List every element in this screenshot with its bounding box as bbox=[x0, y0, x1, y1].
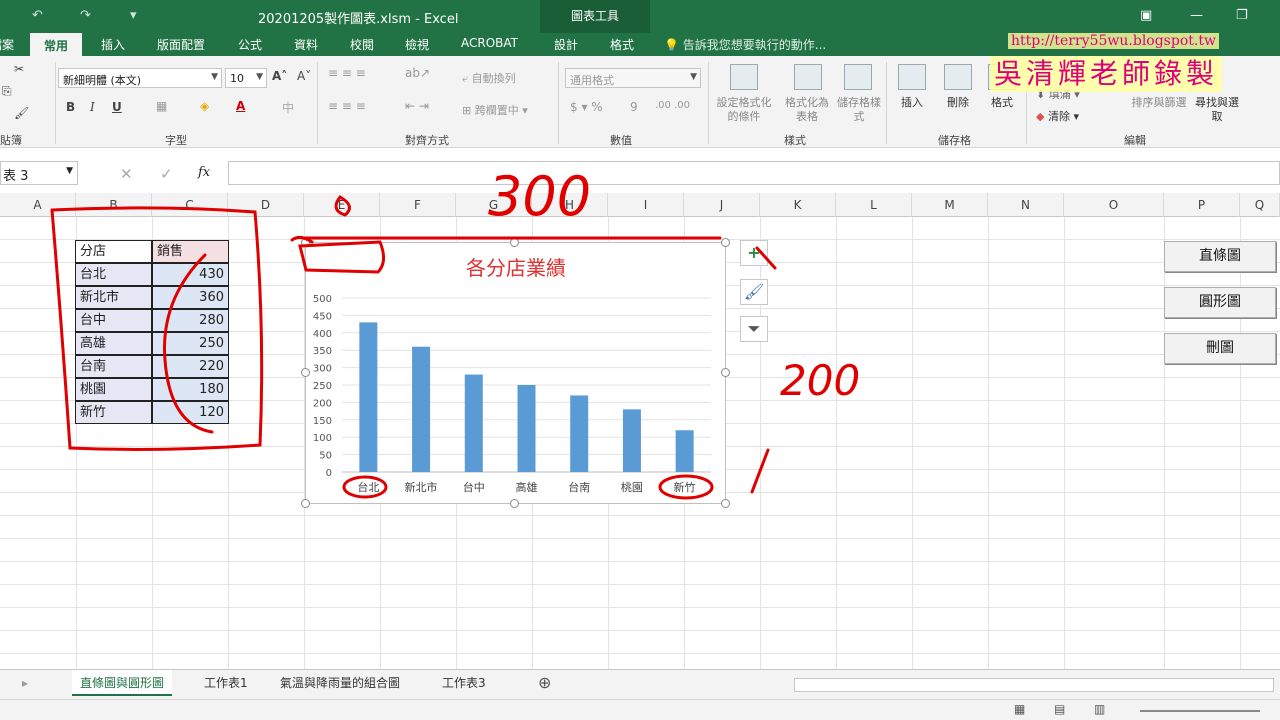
zoom-slider[interactable] bbox=[1140, 710, 1260, 712]
new-sheet-icon[interactable]: ⊕ bbox=[538, 673, 551, 692]
horizontal-scrollbar[interactable] bbox=[794, 678, 1274, 692]
sheet-tab[interactable]: 氣溫與降雨量的組合圖 bbox=[272, 670, 408, 696]
annotation-table-loop bbox=[50, 206, 264, 451]
annotation-height-200: 200 bbox=[780, 356, 860, 405]
sheet-tabs-bar: ▸ 直條圖與圓形圖 工作表1 氣溫與降雨量的組合圖 工作表3 ⊕ bbox=[0, 669, 1280, 699]
sheet-tab-active[interactable]: 直條圖與圓形圖 bbox=[72, 670, 173, 696]
annotation-circle-last-label bbox=[658, 474, 714, 500]
annotation-circle-e bbox=[334, 195, 351, 217]
pen-annotations: 300 200 bbox=[50, 165, 860, 500]
status-bar: ▦ ▤ ▥ bbox=[0, 699, 1280, 720]
annotation-values-arc bbox=[163, 253, 214, 434]
annotation-circle-first-label bbox=[342, 475, 388, 499]
annotation-tick bbox=[755, 246, 777, 270]
page-break-icon[interactable]: ▥ bbox=[1094, 702, 1105, 716]
normal-view-icon[interactable]: ▦ bbox=[1014, 702, 1025, 716]
annotation-tick bbox=[750, 448, 770, 494]
page-layout-icon[interactable]: ▤ bbox=[1054, 702, 1065, 716]
sheet-tab[interactable]: 工作表3 bbox=[434, 670, 494, 696]
annotation-width-300: 300 bbox=[488, 165, 591, 228]
annotation-chart-corner bbox=[290, 235, 385, 274]
sheet-tab[interactable]: 工作表1 bbox=[196, 670, 256, 696]
scroll-sheets-icon[interactable]: ▸ bbox=[22, 676, 28, 690]
